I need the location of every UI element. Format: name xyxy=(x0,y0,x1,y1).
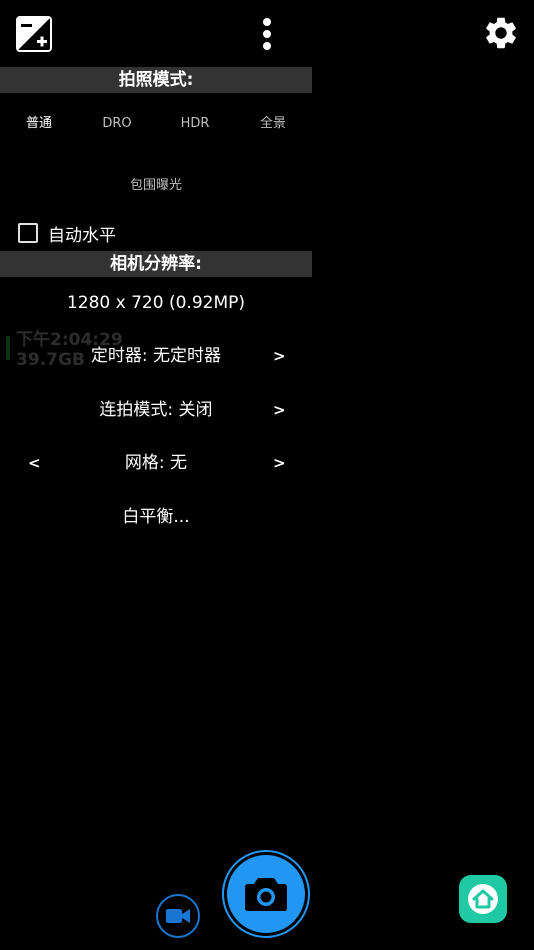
mode-option-panorama[interactable]: 全景 xyxy=(234,112,312,136)
resolution-value-row[interactable]: 1280 x 720 (0.92MP) xyxy=(0,290,312,316)
switch-video-button[interactable] xyxy=(156,894,200,938)
timer-next-arrow[interactable]: > xyxy=(273,343,286,369)
take-photo-button[interactable] xyxy=(222,850,310,938)
home-button[interactable] xyxy=(459,875,507,923)
gear-icon[interactable] xyxy=(480,12,522,54)
grid-row[interactable]: < 网格: 无 > xyxy=(0,450,312,476)
mode-option-dro[interactable]: DRO xyxy=(78,112,156,136)
auto-level-label: 自动水平 xyxy=(48,225,116,246)
photo-mode-header: 拍照模式: xyxy=(0,67,312,93)
white-balance-row[interactable]: 白平衡... xyxy=(0,504,312,530)
grid-next-arrow[interactable]: > xyxy=(273,450,286,476)
more-vertical-icon[interactable] xyxy=(252,14,282,54)
photo-mode-selector: 普通 DRO HDR 全景 xyxy=(0,112,312,136)
camera-icon xyxy=(245,878,287,911)
mode-option-exposure-bracketing[interactable]: 包围曝光 xyxy=(0,174,312,193)
exposure-plus-minus-icon[interactable] xyxy=(14,14,54,54)
resolution-value: 1280 x 720 (0.92MP) xyxy=(66,293,246,313)
auto-level-checkbox-row[interactable]: 自动水平 xyxy=(18,222,116,246)
video-camera-icon xyxy=(166,909,190,923)
timer-row[interactable]: 定时器: 无定时器 > xyxy=(0,343,312,369)
resolution-header: 相机分辨率: xyxy=(0,251,312,277)
grid-label: 网格: 无 xyxy=(124,453,188,473)
home-icon xyxy=(468,884,498,914)
timer-label: 定时器: 无定时器 xyxy=(90,346,222,366)
burst-mode-row[interactable]: 连拍模式: 关闭 > xyxy=(0,397,312,423)
auto-level-checkbox[interactable] xyxy=(18,223,38,243)
mode-option-hdr[interactable]: HDR xyxy=(156,112,234,136)
popup-settings-panel: 拍照模式: 普通 DRO HDR 全景 包围曝光 自动水平 相机分辨率: 128… xyxy=(0,66,312,546)
white-balance-button[interactable]: 白平衡... xyxy=(0,504,312,530)
burst-next-arrow[interactable]: > xyxy=(273,397,286,423)
mode-option-normal[interactable]: 普通 xyxy=(0,112,78,136)
burst-mode-label: 连拍模式: 关闭 xyxy=(99,400,213,420)
